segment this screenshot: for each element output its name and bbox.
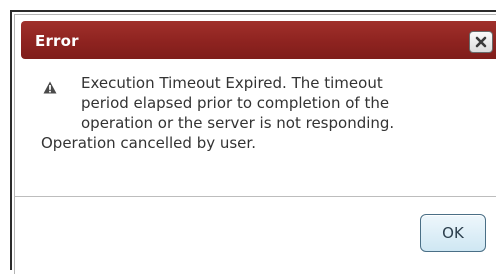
- warning-icon: [43, 81, 57, 94]
- error-message: Execution Timeout Expired. The timeout p…: [41, 73, 481, 153]
- close-icon: [475, 36, 487, 48]
- error-dialog: Error Execution Timeout Expired. The tim…: [14, 14, 496, 274]
- ok-button[interactable]: OK: [420, 214, 486, 252]
- dialog-title: Error: [35, 32, 79, 50]
- close-button[interactable]: [469, 31, 493, 53]
- message-line: Execution Timeout Expired. The timeout: [81, 74, 383, 92]
- message-line: operation or the server is not respondin…: [81, 114, 395, 132]
- message-line: Operation cancelled by user.: [41, 134, 256, 152]
- footer-divider: [15, 196, 496, 197]
- message-line: period elapsed prior to completion of th…: [81, 94, 390, 112]
- dialog-titlebar: Error: [21, 21, 496, 59]
